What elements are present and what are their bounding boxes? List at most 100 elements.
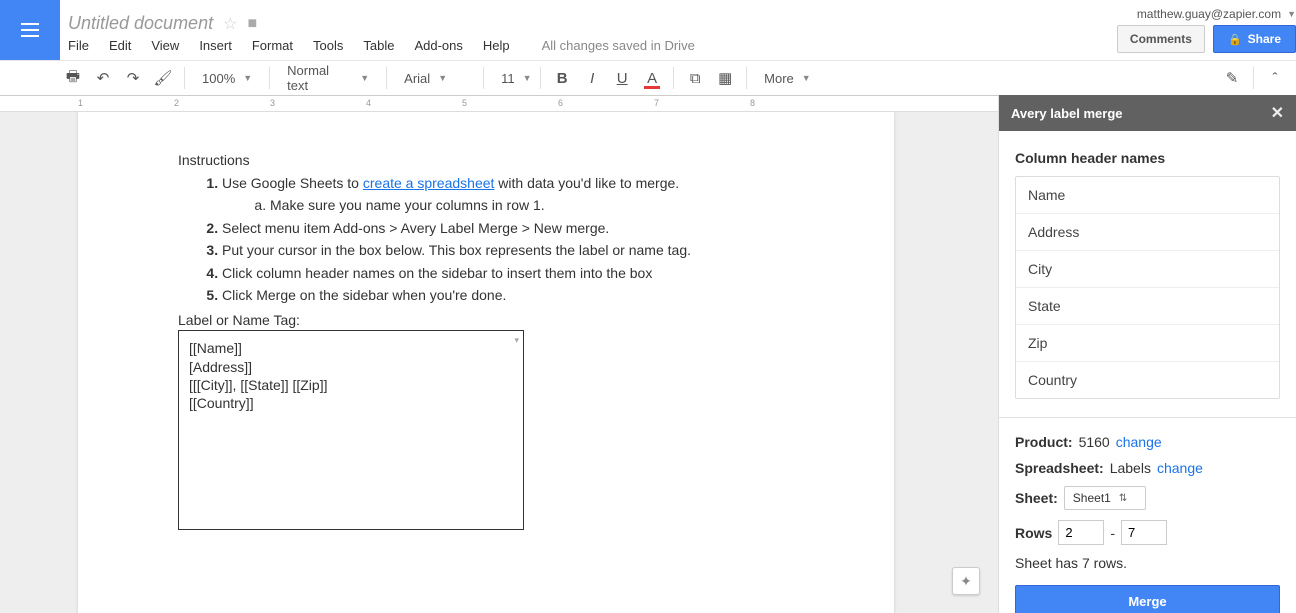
separator [746, 67, 747, 89]
zoom-dropdown[interactable]: 100% ▼ [193, 65, 261, 91]
menu-table[interactable]: Table [363, 38, 394, 53]
ruler-tick: 1 [78, 98, 83, 108]
chevron-down-icon: ▼ [243, 73, 252, 83]
column-item[interactable]: Country [1016, 362, 1279, 398]
ruler-tick: 4 [366, 98, 371, 108]
instruction-step: Click column header names on the sidebar… [222, 262, 794, 284]
bold-button[interactable]: B [549, 65, 575, 91]
rows-to-input[interactable] [1121, 520, 1167, 545]
instruction-step: Click Merge on the sidebar when you're d… [222, 284, 794, 306]
ruler-tick: 6 [558, 98, 563, 108]
menu-view[interactable]: View [151, 38, 179, 53]
divider [999, 417, 1296, 418]
separator [483, 67, 484, 89]
folder-icon[interactable]: ■ [247, 15, 257, 33]
docs-logo[interactable] [0, 0, 60, 60]
menu-insert[interactable]: Insert [199, 38, 232, 53]
style-dropdown[interactable]: Normal text ▼ [278, 65, 378, 91]
label-caption: Label or Name Tag: [178, 312, 794, 328]
save-status: All changes saved in Drive [542, 38, 695, 53]
chevron-down-icon: ▼ [802, 73, 811, 83]
insert-comment-icon[interactable]: ▦ [712, 65, 738, 91]
ruler-tick: 2 [174, 98, 179, 108]
instruction-step: Select menu item Add-ons > Avery Label M… [222, 217, 794, 239]
rows-separator: - [1110, 525, 1115, 541]
document-canvas[interactable]: 1 2 3 4 5 6 7 8 Instructions Use Google … [0, 96, 998, 613]
text-color-button[interactable]: A [639, 65, 665, 91]
instruction-step: Use Google Sheets to create a spreadshee… [222, 172, 794, 217]
explore-icon: ✦ [960, 573, 972, 590]
close-icon[interactable]: ✕ [1271, 103, 1284, 123]
separator [386, 67, 387, 89]
page[interactable]: Instructions Use Google Sheets to create… [78, 112, 894, 613]
column-item[interactable]: Address [1016, 214, 1279, 251]
rows-note: Sheet has 7 rows. [1015, 555, 1280, 571]
comments-button[interactable]: Comments [1117, 25, 1205, 53]
spreadsheet-label: Spreadsheet: [1015, 460, 1104, 476]
style-value: Normal text [287, 63, 352, 93]
more-dropdown[interactable]: More ▼ [755, 65, 820, 91]
label-line: [[Name]] [189, 339, 513, 357]
label-line: [Address]] [189, 358, 513, 376]
sheet-label: Sheet: [1015, 490, 1058, 506]
menu-edit[interactable]: Edit [109, 38, 131, 53]
column-list: Name Address City State Zip Country [1015, 176, 1280, 399]
share-button[interactable]: 🔒 Share [1213, 25, 1296, 53]
document-title[interactable]: Untitled document [68, 13, 213, 34]
chevron-down-icon: ▼ [360, 73, 369, 83]
menu-addons[interactable]: Add-ons [414, 38, 462, 53]
menu-tools[interactable]: Tools [313, 38, 343, 53]
step1-pre: Use Google Sheets to [222, 175, 363, 191]
redo-icon[interactable]: ↷ [120, 65, 146, 91]
print-icon[interactable]: 🖶 [60, 65, 86, 91]
italic-button[interactable]: I [579, 65, 605, 91]
paint-format-icon[interactable]: 🖌 [150, 65, 176, 91]
menu-file[interactable]: File [68, 38, 89, 53]
editing-mode-icon[interactable]: ✎ [1219, 65, 1245, 91]
undo-icon[interactable]: ↶ [90, 65, 116, 91]
menu-format[interactable]: Format [252, 38, 293, 53]
lock-icon: 🔒 [1228, 33, 1242, 46]
user-account[interactable]: matthew.guay@zapier.com ▼ [1137, 7, 1296, 21]
column-headers-title: Column header names [1015, 150, 1280, 166]
column-item[interactable]: Name [1016, 177, 1279, 214]
column-item[interactable]: State [1016, 288, 1279, 325]
chevron-down-icon[interactable]: ▾ [514, 335, 519, 347]
more-label: More [764, 71, 794, 86]
font-dropdown[interactable]: Arial ▼ [395, 65, 475, 91]
create-spreadsheet-link[interactable]: create a spreadsheet [363, 175, 495, 191]
sheet-select[interactable]: Sheet1 ⇅ [1064, 486, 1146, 510]
star-icon[interactable]: ☆ [223, 14, 237, 34]
share-label: Share [1248, 32, 1281, 46]
separator [540, 67, 541, 89]
insert-link-icon[interactable]: ⧉ [682, 65, 708, 91]
column-item[interactable]: City [1016, 251, 1279, 288]
font-value: Arial [404, 71, 430, 86]
menu-help[interactable]: Help [483, 38, 510, 53]
addon-sidebar: Avery label merge ✕ Column header names … [998, 96, 1296, 613]
step1-post: with data you'd like to merge. [494, 175, 679, 191]
ruler-tick: 8 [750, 98, 755, 108]
chevron-down-icon: ▼ [523, 73, 532, 83]
fontsize-value: 11 [501, 71, 515, 86]
underline-button[interactable]: U [609, 65, 635, 91]
product-label: Product: [1015, 434, 1073, 450]
column-item[interactable]: Zip [1016, 325, 1279, 362]
zoom-value: 100% [202, 71, 235, 86]
chevron-updown-icon: ⇅ [1119, 493, 1127, 504]
spreadsheet-change-link[interactable]: change [1157, 460, 1203, 476]
rows-label: Rows [1015, 525, 1052, 541]
sidebar-title: Avery label merge [1011, 106, 1123, 121]
merge-button[interactable]: Merge [1015, 585, 1280, 613]
ruler[interactable]: 1 2 3 4 5 6 7 8 [0, 96, 998, 112]
ruler-tick: 7 [654, 98, 659, 108]
instruction-step: Put your cursor in the box below. This b… [222, 239, 794, 261]
fontsize-dropdown[interactable]: 11 ▼ [492, 65, 532, 91]
label-line: [[[City]], [[State]] [[Zip]] [189, 376, 513, 394]
product-change-link[interactable]: change [1116, 434, 1162, 450]
explore-button[interactable]: ✦ [952, 567, 980, 595]
chevron-up-icon[interactable]: ˆ [1262, 65, 1288, 91]
rows-from-input[interactable] [1058, 520, 1104, 545]
sheet-value: Sheet1 [1073, 491, 1111, 505]
label-template-box[interactable]: ▾ [[Name]] [Address]] [[[City]], [[State… [178, 330, 524, 530]
